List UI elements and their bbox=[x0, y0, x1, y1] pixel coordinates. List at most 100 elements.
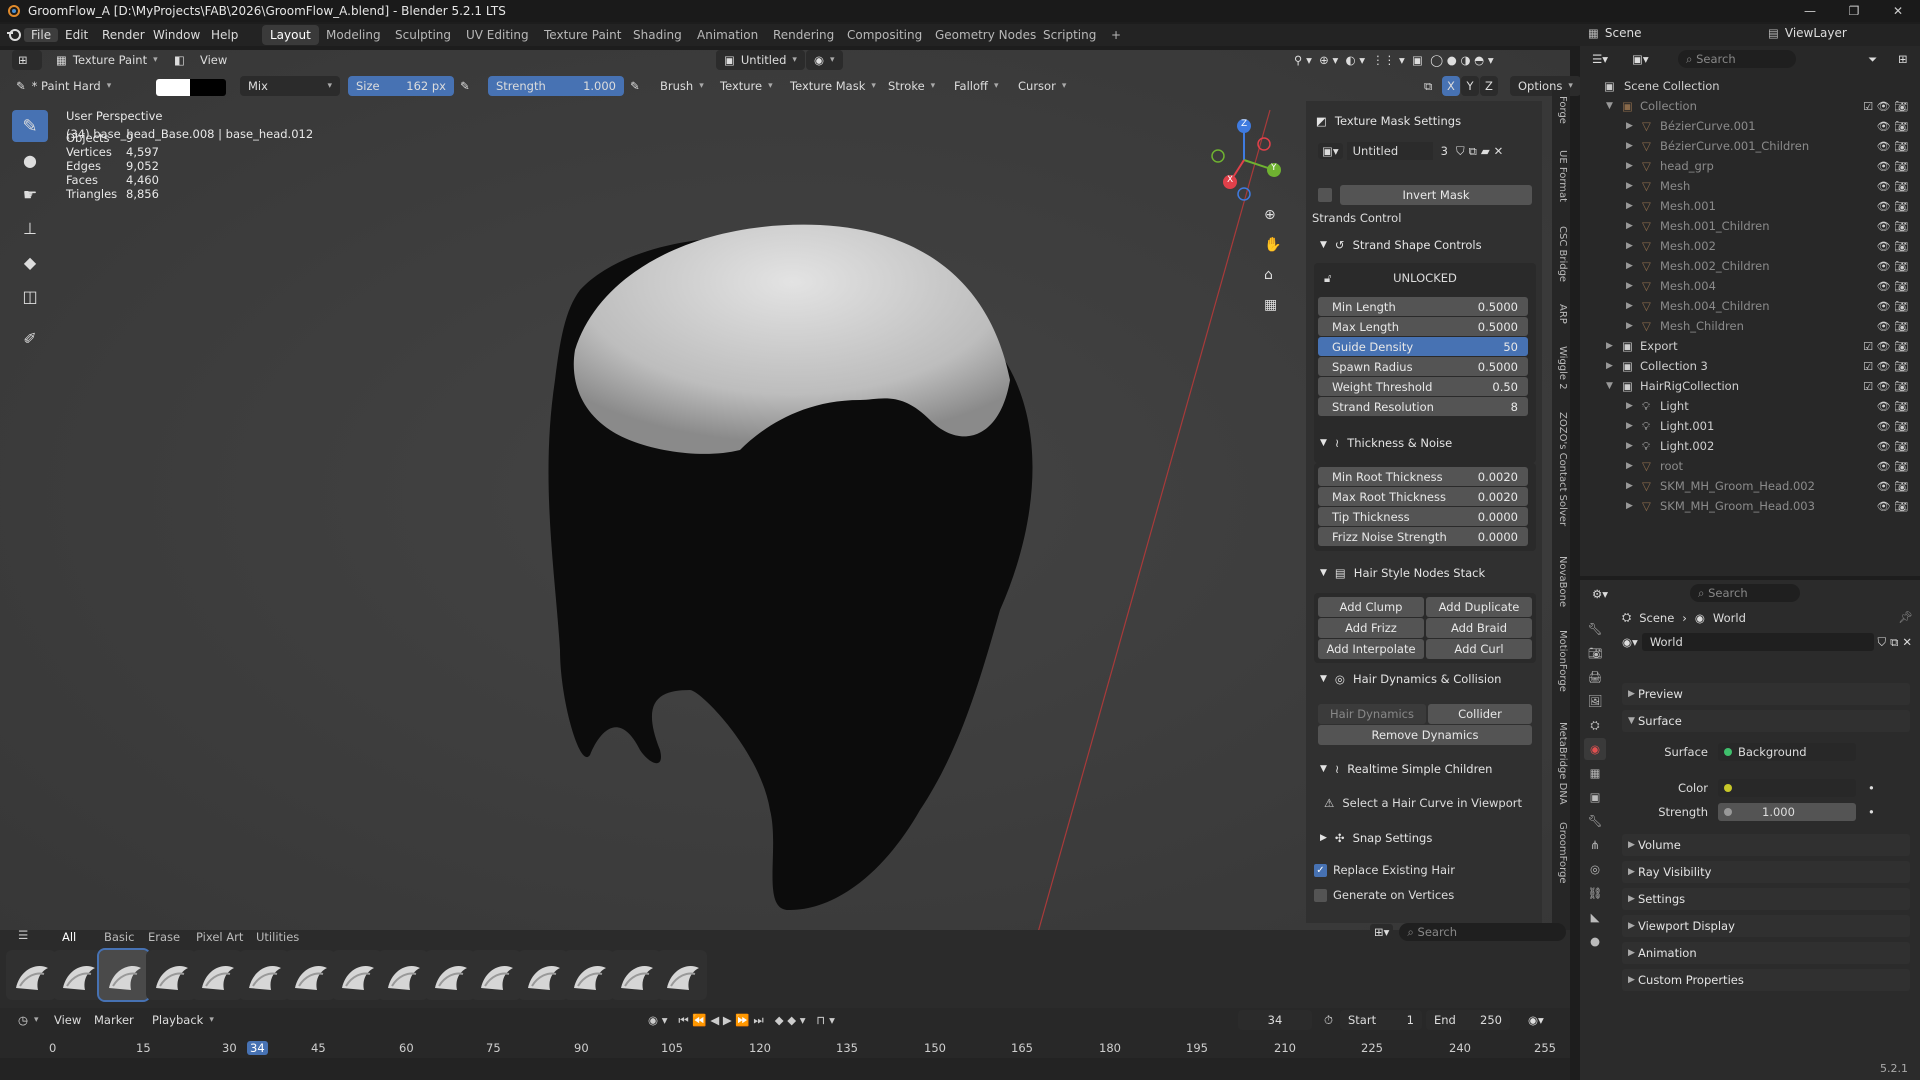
tab-novabone[interactable]: NovaBone bbox=[1554, 556, 1568, 607]
invert-mask-button[interactable]: Invert Mask bbox=[1340, 185, 1532, 205]
visibility-icons[interactable]: 👁︎ 📷︎ bbox=[1877, 160, 1908, 173]
pan-hand-icon[interactable]: ✋ bbox=[1264, 230, 1281, 260]
generate-vertices-checkbox[interactable] bbox=[1314, 888, 1327, 902]
scene-name[interactable]: Scene bbox=[1605, 26, 1705, 40]
outliner-row[interactable]: ▶ ▽ Mesh.001_Children 👁︎ 📷︎ bbox=[1584, 216, 1920, 236]
brush-thumbnail-icon[interactable] bbox=[564, 950, 614, 1000]
pin-icon[interactable]: 📌︎ bbox=[1898, 610, 1913, 624]
size-field[interactable]: Size 162 px bbox=[348, 76, 454, 96]
outliner-row[interactable]: ▶ ▽ Mesh 👁︎ 📷︎ bbox=[1584, 176, 1920, 196]
tab-groomforge[interactable]: GroomForge bbox=[1554, 822, 1568, 884]
outliner-filter-mode[interactable]: ▣▾ bbox=[1624, 49, 1657, 69]
brush-thumbnail-icon[interactable] bbox=[52, 950, 103, 1000]
tab-shading[interactable]: Shading bbox=[625, 25, 690, 45]
property-section-header[interactable]: ▼ Surface bbox=[1622, 710, 1910, 732]
scene-selector[interactable]: ▦ Scene bbox=[1588, 26, 1705, 40]
annotate-tool-button[interactable]: ✐ bbox=[12, 322, 48, 354]
outliner-row[interactable]: ▶ ▽ Mesh.004 👁︎ 📷︎ bbox=[1584, 276, 1920, 296]
texture-mask-settings-header[interactable]: ◩ Texture Mask Settings bbox=[1312, 109, 1538, 133]
property-section-header[interactable]: ▶ Viewport Display bbox=[1622, 915, 1910, 937]
add-node-button[interactable]: Add Curl bbox=[1426, 639, 1532, 659]
view-menu[interactable]: View bbox=[192, 50, 235, 70]
menu-file[interactable]: File bbox=[24, 28, 59, 42]
unlink-icon[interactable]: ✕ bbox=[1494, 144, 1504, 158]
visibility-icons[interactable]: 👁︎ 📷︎ bbox=[1877, 280, 1908, 293]
outliner-row[interactable]: ▶ 💡︎ Light.001 👁︎ 📷︎ bbox=[1584, 416, 1920, 436]
maximize-button[interactable]: ❐ bbox=[1832, 0, 1876, 22]
strength-pressure-icon[interactable]: ✎ bbox=[626, 76, 644, 96]
outliner-search-field[interactable]: ⌕ Search bbox=[1678, 50, 1796, 68]
outliner-filter-icon[interactable]: ⏷ bbox=[1860, 49, 1885, 69]
add-node-button[interactable]: Add Frizz bbox=[1318, 618, 1424, 638]
duplicate-icon[interactable]: ⧉ bbox=[1469, 144, 1477, 159]
hair-dynamics-header[interactable]: ▼ ◎ Hair Dynamics & Collision bbox=[1312, 667, 1538, 691]
image-slot-dropdown[interactable]: ◉ ▾ bbox=[806, 50, 843, 70]
brush-thumbnail-icon[interactable] bbox=[97, 948, 151, 1002]
expand-arrow-icon[interactable]: ▼ bbox=[1606, 101, 1613, 111]
playback-controls[interactable]: ◉ ▾ ⏮ ⏪ ◀ ▶ ⏩ ⏭ ◆ ◆ ▾ ⊓ ▾ bbox=[640, 1010, 843, 1030]
visibility-icons[interactable]: 👁︎ 📷︎ bbox=[1877, 180, 1908, 193]
grid-view-icon[interactable]: ▦ bbox=[1264, 290, 1281, 320]
generate-vertices-row[interactable]: Generate on Vertices bbox=[1314, 886, 1454, 904]
brush-thumbnail-icon[interactable] bbox=[331, 950, 382, 1000]
brush-thumbnail-icon[interactable] bbox=[378, 950, 428, 1000]
unlink-world-icon[interactable]: ✕ bbox=[1902, 635, 1912, 649]
thickness-field[interactable]: Tip Thickness 0.0000 bbox=[1318, 507, 1528, 526]
camera-icon[interactable]: ⌂ bbox=[1264, 260, 1281, 290]
properties-tab-icon[interactable]: 🖼︎ bbox=[1584, 690, 1606, 712]
expand-arrow-icon[interactable]: ▶ bbox=[1626, 141, 1633, 151]
brush-thumbnail-icon[interactable] bbox=[610, 950, 661, 1000]
outliner-row[interactable]: ▶ ▽ BézierCurve.001_Children 👁︎ 📷︎ bbox=[1584, 136, 1920, 156]
fake-user-icon[interactable]: ⛉ bbox=[1878, 635, 1887, 650]
replace-existing-checkbox[interactable]: ✓ bbox=[1314, 863, 1327, 877]
hair-dynamics-button[interactable]: Hair Dynamics bbox=[1318, 704, 1426, 724]
image-selector[interactable]: ▣ Untitled ▾ bbox=[716, 50, 805, 70]
properties-tab-icon[interactable]: 🔧︎ bbox=[1584, 618, 1606, 640]
close-button[interactable]: ✕ bbox=[1876, 0, 1920, 22]
blend-mode-dropdown[interactable]: Mix ▾ bbox=[240, 76, 340, 96]
add-node-button[interactable]: Add Braid bbox=[1426, 618, 1532, 638]
expand-arrow-icon[interactable]: ▶ bbox=[1626, 461, 1633, 471]
properties-tab-icon[interactable]: ⛓︎ bbox=[1584, 882, 1606, 904]
visibility-icons[interactable]: 👁︎ 📷︎ bbox=[1877, 400, 1908, 413]
menu-edit[interactable]: Edit bbox=[65, 28, 88, 42]
timeline-view-menu[interactable]: View bbox=[46, 1010, 89, 1030]
outliner-row[interactable]: ▶ ▽ Mesh.001 👁︎ 📷︎ bbox=[1584, 196, 1920, 216]
start-frame-field[interactable]: Start 1 bbox=[1340, 1010, 1422, 1030]
properties-tab-icon[interactable]: 🖨︎ bbox=[1584, 666, 1606, 688]
new-collection-icon[interactable]: ⊞ bbox=[1890, 49, 1916, 69]
expand-arrow-icon[interactable]: ▶ bbox=[1626, 301, 1633, 311]
expand-arrow-icon[interactable]: ▶ bbox=[1626, 501, 1633, 511]
thickness-noise-header[interactable]: ▼ ≀ Thickness & Noise bbox=[1312, 431, 1538, 455]
square-icon[interactable]: ◧ bbox=[166, 50, 193, 70]
lock-row[interactable]: 🔓︎ UNLOCKED bbox=[1318, 268, 1532, 288]
brush-thumbnail-icon[interactable] bbox=[6, 950, 56, 1000]
visibility-icons[interactable]: ☑ 👁︎ 📷︎ bbox=[1863, 380, 1908, 393]
properties-tab-icon[interactable]: ● bbox=[1584, 930, 1606, 952]
visibility-icons[interactable]: 👁︎ 📷︎ bbox=[1877, 440, 1908, 453]
mask-tool-button[interactable]: ◫ bbox=[12, 280, 48, 312]
primary-color-swatch[interactable] bbox=[156, 79, 190, 96]
visibility-icons[interactable]: 👁︎ 📷︎ bbox=[1877, 220, 1908, 233]
outliner-editor-type[interactable]: ☰▾ bbox=[1584, 49, 1616, 69]
keying-icon[interactable]: ◉▾ bbox=[1520, 1010, 1552, 1030]
visibility-icons[interactable]: 👁︎ 📷︎ bbox=[1877, 120, 1908, 133]
properties-tab-icon[interactable]: ◉ bbox=[1584, 738, 1606, 760]
viewport-nav-buttons[interactable]: ⊕ ✋ ⌂ ▦ bbox=[1264, 200, 1281, 320]
tab-uv-editing[interactable]: UV Editing bbox=[458, 25, 537, 45]
tab-geometry-nodes[interactable]: Geometry Nodes bbox=[927, 25, 1044, 45]
brush-thumbnail-icon[interactable] bbox=[471, 950, 521, 1000]
view-layer-selector[interactable]: ▤ ViewLayer bbox=[1768, 26, 1847, 40]
outliner-row[interactable]: ▶ ▽ Mesh.004_Children 👁︎ 📷︎ bbox=[1584, 296, 1920, 316]
mask-image-name[interactable]: Untitled bbox=[1346, 142, 1433, 160]
menu-render[interactable]: Render bbox=[102, 28, 145, 42]
brush-thumbnail-icon[interactable] bbox=[285, 950, 335, 1000]
visibility-icons[interactable]: 👁︎ 📷︎ bbox=[1877, 500, 1908, 513]
display-options-icon[interactable]: ⊞▾ bbox=[1370, 924, 1394, 940]
zoom-icon[interactable]: ⊕ bbox=[1264, 200, 1281, 230]
property-section-header[interactable]: ▶ Preview bbox=[1622, 683, 1910, 705]
expand-arrow-icon[interactable]: ▶ bbox=[1626, 441, 1633, 451]
tab-metabridge[interactable]: MetaBridge DNA bbox=[1554, 722, 1568, 805]
viewport-shading-controls[interactable]: ⚲ ▾ ⊕ ▾ ◐ ▾ ⋮⋮ ▾ ▣ ◯ ● ◑ ◓ ▾ bbox=[1286, 50, 1502, 70]
outliner-row[interactable]: ▶ ▣ Collection 3 ☑ 👁︎ 📷︎ bbox=[1584, 356, 1920, 376]
